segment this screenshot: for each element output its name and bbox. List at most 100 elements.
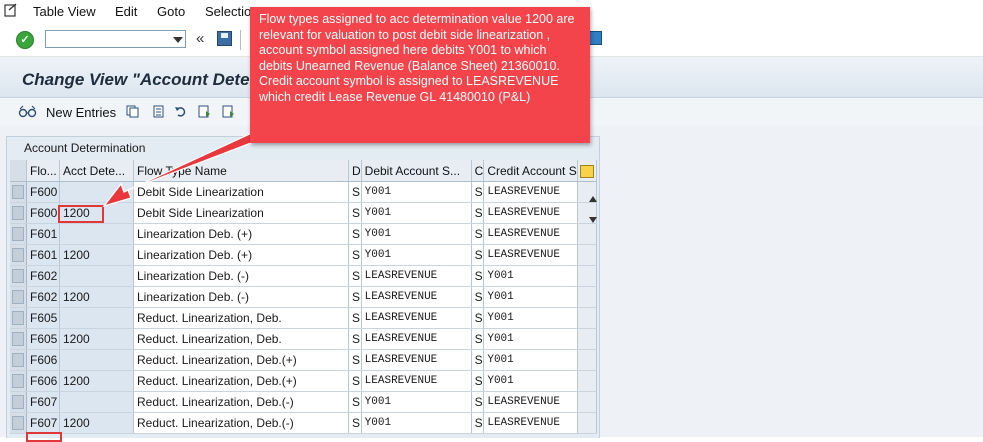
cell-d[interactable]: S [348, 307, 362, 329]
cell-debit-account-symbol[interactable]: LEASREVENUE [361, 370, 472, 392]
cell-credit-account-symbol[interactable]: LEASREVENUE [483, 391, 578, 413]
cell-acct-determination[interactable]: 1200 [59, 328, 134, 350]
column-header-c[interactable]: C [471, 160, 485, 182]
cell-c[interactable]: S [471, 412, 485, 434]
row-selector-box[interactable] [12, 269, 24, 283]
select-all-column-header[interactable] [10, 160, 27, 182]
cell-credit-account-symbol[interactable]: LEASREVENUE [483, 181, 578, 203]
cell-flow[interactable]: F600 [26, 202, 60, 224]
cell-credit-account-symbol[interactable]: LEASREVENUE [483, 412, 578, 434]
row-selector[interactable] [10, 265, 27, 287]
table-row[interactable]: F607 Reduct. Linearization, Deb.(-) S Y001 S… [10, 391, 597, 413]
cell-acct-determination[interactable] [59, 307, 134, 329]
cell-credit-account-symbol[interactable]: LEASREVENUE [483, 202, 578, 224]
cell-c[interactable]: S [471, 181, 485, 203]
cell-acct-determination[interactable]: 1200 [59, 370, 134, 392]
cell-debit-account-symbol[interactable]: LEASREVENUE [361, 349, 472, 371]
cell-acct-determination[interactable] [59, 181, 134, 203]
cell-d[interactable]: S [348, 202, 362, 224]
chevron-down-icon[interactable] [173, 37, 183, 43]
cell-flow-type-name[interactable]: Linearization Deb. (+) [133, 223, 349, 245]
table-row[interactable]: F601 1200 Linearization Deb. (+) S Y001 S LEAS… [10, 244, 597, 266]
scroll-up-icon[interactable] [589, 196, 597, 202]
cell-flow-type-name[interactable]: Reduct. Linearization, Deb.(+) [133, 349, 349, 371]
row-selector-box[interactable] [12, 206, 24, 220]
cell-d[interactable]: S [348, 412, 362, 434]
double-chevron-icon[interactable]: « [196, 30, 204, 47]
cell-flow-type-name[interactable]: Linearization Deb. (-) [133, 286, 349, 308]
row-selector[interactable] [10, 412, 27, 434]
column-header-flow[interactable]: Flo... [26, 160, 60, 182]
cell-flow-type-name[interactable]: Reduct. Linearization, Deb.(-) [133, 391, 349, 413]
cell-debit-account-symbol[interactable]: Y001 [361, 202, 472, 224]
table-settings-header[interactable] [577, 160, 597, 182]
table-row[interactable]: F606 1200 Reduct. Linearization, Deb.(+) S L… [10, 370, 597, 392]
cell-debit-account-symbol[interactable]: LEASREVENUE [361, 328, 472, 350]
select-all-icon[interactable] [222, 105, 235, 118]
cell-c[interactable]: S [471, 244, 485, 266]
cell-credit-account-symbol[interactable]: Y001 [483, 286, 578, 308]
table-row[interactable]: F605 1200 Reduct. Linearization, Deb. S LEAS… [10, 328, 597, 350]
cell-d[interactable]: S [348, 181, 362, 203]
row-selector-box[interactable] [12, 227, 24, 241]
table-row[interactable]: F605 Reduct. Linearization, Deb. S LEASREVE… [10, 307, 597, 329]
cell-debit-account-symbol[interactable]: LEASREVENUE [361, 286, 472, 308]
select-block-icon[interactable] [198, 105, 211, 118]
cell-flow[interactable]: F606 [26, 349, 60, 371]
row-selector-box[interactable] [12, 248, 24, 262]
cell-flow[interactable]: F602 [26, 286, 60, 308]
glasses-icon[interactable] [18, 105, 38, 118]
cell-flow-type-name[interactable]: Reduct. Linearization, Deb. [133, 307, 349, 329]
cell-flow-type-name[interactable]: Reduct. Linearization, Deb.(+) [133, 370, 349, 392]
cell-debit-account-symbol[interactable]: LEASREVENUE [361, 307, 472, 329]
copy-icon[interactable] [126, 105, 139, 118]
cell-flow[interactable]: F605 [26, 328, 60, 350]
new-entries-button[interactable]: New Entries [46, 105, 116, 120]
cell-flow-type-name[interactable]: Reduct. Linearization, Deb. [133, 328, 349, 350]
cell-acct-determination[interactable] [59, 265, 134, 287]
row-selector[interactable] [10, 328, 27, 350]
cell-d[interactable]: S [348, 223, 362, 245]
column-header-flow-type-name[interactable]: Flow Type Name [133, 160, 349, 182]
cell-d[interactable]: S [348, 349, 362, 371]
row-selector[interactable] [10, 202, 27, 224]
table-row[interactable]: F602 1200 Linearization Deb. (-) S LEASREVEN… [10, 286, 597, 308]
save-icon[interactable] [217, 31, 232, 46]
cell-flow[interactable]: F601 [26, 223, 60, 245]
cell-acct-determination[interactable] [59, 349, 134, 371]
row-selector[interactable] [10, 349, 27, 371]
app-menu-icon[interactable] [4, 3, 18, 17]
command-field[interactable] [45, 30, 186, 48]
row-selector[interactable] [10, 286, 27, 308]
cell-flow[interactable]: F602 [26, 265, 60, 287]
cell-flow-type-name[interactable]: Debit Side Linearization [133, 181, 349, 203]
cell-c[interactable]: S [471, 202, 485, 224]
cell-acct-determination[interactable]: 1200 [59, 244, 134, 266]
row-selector-box[interactable] [12, 353, 24, 367]
cell-debit-account-symbol[interactable]: Y001 [361, 181, 472, 203]
cell-acct-determination[interactable]: 1200 [59, 286, 134, 308]
cell-c[interactable]: S [471, 265, 485, 287]
cell-debit-account-symbol[interactable]: Y001 [361, 244, 472, 266]
cell-flow-type-name[interactable]: Debit Side Linearization [133, 202, 349, 224]
cell-c[interactable]: S [471, 391, 485, 413]
row-selector[interactable] [10, 391, 27, 413]
cell-d[interactable]: S [348, 370, 362, 392]
cell-flow[interactable]: F607 [26, 391, 60, 413]
cell-debit-account-symbol[interactable]: LEASREVENUE [361, 265, 472, 287]
cell-c[interactable]: S [471, 307, 485, 329]
row-selector-box[interactable] [12, 332, 24, 346]
table-row[interactable]: F607 1200 Reduct. Linearization, Deb.(-) S Y… [10, 412, 597, 434]
cell-credit-account-symbol[interactable]: Y001 [483, 328, 578, 350]
row-selector[interactable] [10, 244, 27, 266]
cell-d[interactable]: S [348, 265, 362, 287]
enter-check-icon[interactable]: ✓ [16, 31, 34, 49]
undo-icon[interactable] [174, 105, 187, 118]
cell-flow[interactable]: F601 [26, 244, 60, 266]
column-header-d[interactable]: D [348, 160, 362, 182]
column-header-credit-account-symbol[interactable]: Credit Account S [483, 160, 578, 182]
row-selector[interactable] [10, 223, 27, 245]
row-selector[interactable] [10, 370, 27, 392]
cell-debit-account-symbol[interactable]: Y001 [361, 223, 472, 245]
cell-debit-account-symbol[interactable]: Y001 [361, 391, 472, 413]
